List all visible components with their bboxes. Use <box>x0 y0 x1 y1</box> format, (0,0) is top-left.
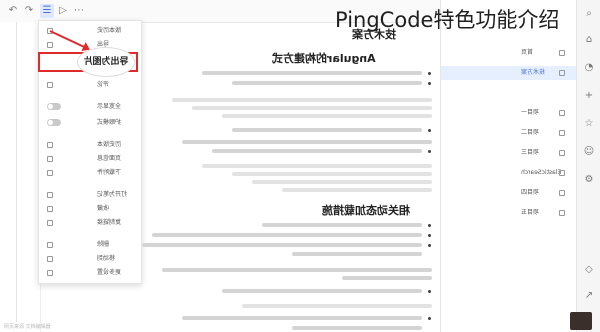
bullet <box>428 82 431 85</box>
text-line <box>192 106 432 110</box>
highlighted-item-label: 导出为图片 <box>83 57 129 67</box>
page-icon <box>559 210 565 216</box>
bullet <box>428 129 431 132</box>
tree-item-project-5[interactable]: 项目五 <box>441 206 577 220</box>
menu-item-full-width[interactable]: 全宽显示 <box>39 101 141 113</box>
text-line <box>152 233 422 237</box>
text-line <box>232 172 432 176</box>
star-icon[interactable]: ☆ <box>583 118 595 130</box>
text-line <box>262 223 422 227</box>
outline-icon[interactable]: ☰ <box>40 4 54 18</box>
right-icon-rail: ⌕ ⌂ ◔ + ☆ ☺ ⚙ ◇ ↗ <box>576 0 600 332</box>
status-bar: 网页来源 文档编辑器 <box>4 324 51 330</box>
page-icon <box>559 150 565 156</box>
menu-item-history[interactable]: 历史版本 <box>39 139 141 151</box>
text-line <box>162 268 432 272</box>
section-heading-1: Angular的构建方式 <box>272 52 376 65</box>
video-title-overlay: PingCode特色功能介绍 <box>335 8 560 32</box>
section-heading-2: 相关动态加载措施 <box>322 204 410 217</box>
comment-icon <box>47 82 53 88</box>
bullet <box>428 244 431 247</box>
download-icon <box>47 170 53 176</box>
text-line <box>292 252 422 256</box>
play-icon[interactable]: ▷ <box>56 4 70 18</box>
star-icon <box>47 206 53 212</box>
page-tree-panel: 首页 技术方案 项目一 项目二 项目三 ElasticSearch 项目四 项目… <box>440 0 577 332</box>
left-gutter <box>0 22 41 332</box>
export-icon <box>47 42 53 48</box>
menu-item-open-as-note[interactable]: 打开为笔记 <box>39 189 141 201</box>
page-icon <box>559 130 565 136</box>
bullet <box>428 290 431 293</box>
home-icon[interactable]: ⌂ <box>583 34 595 46</box>
bell-icon[interactable]: ◔ <box>583 62 595 74</box>
cube-icon[interactable]: ◇ <box>583 264 595 276</box>
menu-item-copy-link[interactable]: 复制链接 <box>39 217 141 229</box>
bullet <box>428 72 431 75</box>
text-line <box>282 188 432 192</box>
page-icon <box>559 170 565 176</box>
add-icon[interactable]: + <box>583 90 595 102</box>
settings-icon <box>47 270 53 276</box>
tree-item-elasticsearch[interactable]: ElasticSearch <box>441 166 577 180</box>
text-line <box>142 243 422 247</box>
tree-item-project-1[interactable]: 项目一 <box>441 106 577 120</box>
text-line <box>172 98 432 102</box>
tree-item-tech-plan[interactable]: 技术方案 <box>441 66 577 80</box>
text-line <box>252 180 432 184</box>
menu-item-move[interactable]: 移动到 <box>39 253 141 265</box>
text-line <box>202 71 422 75</box>
text-line <box>242 304 432 308</box>
full-width-toggle[interactable] <box>47 103 61 110</box>
note-icon <box>47 192 53 198</box>
menu-item-page-info[interactable]: 页面信息 <box>39 153 141 165</box>
page-icon <box>559 50 565 56</box>
document-body: 技术方案 Angular的构建方式 相关动态加载措施 <box>142 22 442 332</box>
page-icon <box>559 110 565 116</box>
settings-icon[interactable]: ⚙ <box>583 174 595 186</box>
bullet <box>428 150 431 153</box>
gutter-divider <box>16 22 17 322</box>
move-icon <box>47 256 53 262</box>
bullet <box>428 224 431 227</box>
bullet <box>428 317 431 320</box>
undo-icon[interactable]: ↶ <box>6 4 20 18</box>
tree-item-project-3[interactable]: 项目三 <box>441 146 577 160</box>
text-line <box>222 289 422 293</box>
eye-care-toggle[interactable] <box>47 119 61 126</box>
bullet <box>428 234 431 237</box>
text-line <box>182 316 422 320</box>
text-line <box>232 81 422 85</box>
menu-item-delete[interactable]: 删除 <box>39 239 141 251</box>
presenter-avatar <box>570 312 592 330</box>
text-line <box>202 164 432 168</box>
menu-item-comment[interactable]: 评论 <box>39 79 141 91</box>
text-line <box>232 128 422 132</box>
search-icon[interactable]: ⌕ <box>583 8 595 20</box>
menu-item-download-attachments[interactable]: 下载附件 <box>39 167 141 179</box>
tree-item-home[interactable]: 首页 <box>441 46 577 60</box>
page-icon <box>559 190 565 196</box>
info-icon <box>47 156 53 162</box>
menu-item-eye-care[interactable]: 护眼模式 <box>39 117 141 129</box>
more-icon[interactable]: ⋯ <box>72 4 86 18</box>
menu-item-more-settings[interactable]: 更多设置 <box>39 267 141 279</box>
trash-icon <box>47 242 53 248</box>
redo-icon[interactable]: ↷ <box>22 4 36 18</box>
menu-item-favorite[interactable]: 收藏 <box>39 203 141 215</box>
text-line <box>182 140 432 144</box>
text-line <box>212 149 422 153</box>
user-icon[interactable]: ☺ <box>583 146 595 158</box>
tree-item-project-2[interactable]: 项目二 <box>441 126 577 140</box>
share-icon[interactable]: ↗ <box>583 290 595 302</box>
page-icon <box>559 70 565 76</box>
text-line <box>222 114 432 118</box>
tree-item-project-4[interactable]: 项目四 <box>441 186 577 200</box>
link-icon <box>47 220 53 226</box>
text-line <box>342 276 432 280</box>
clock-icon <box>47 142 53 148</box>
